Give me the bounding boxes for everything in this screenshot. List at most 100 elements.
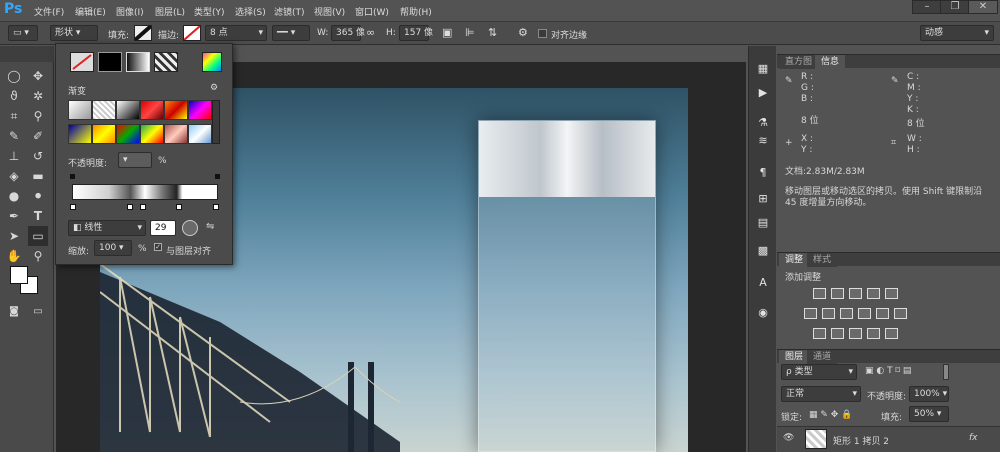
workspace-select[interactable]: 动感 ▾: [920, 25, 994, 41]
gradient-preset[interactable]: [140, 100, 164, 120]
tab-adjustments[interactable]: 调整: [779, 253, 810, 267]
layer-filter-select[interactable]: ρ 类型 ▾: [781, 364, 857, 380]
properties-icon[interactable]: ⊞: [753, 190, 773, 208]
shape-mode-select[interactable]: 形状 ▾: [50, 25, 98, 41]
move-tool-icon[interactable]: ✥: [28, 66, 48, 86]
path-operations-icon[interactable]: ▣: [442, 26, 452, 39]
scale-input[interactable]: 100 ▾: [94, 240, 132, 256]
quick-mask-icon[interactable]: ◙: [4, 302, 24, 322]
presets-scrollbar[interactable]: [212, 100, 220, 144]
opacity-stop-right[interactable]: [215, 174, 220, 179]
layer-row[interactable]: 👁 矩形 1 拷贝 2 fx: [777, 426, 1000, 452]
exposure-icon[interactable]: [867, 288, 880, 299]
healing-brush-icon[interactable]: ✎: [4, 126, 24, 146]
menu-image[interactable]: 图像(I): [116, 5, 144, 18]
fx-badge[interactable]: fx: [969, 433, 978, 443]
photo-filter-icon[interactable]: [858, 308, 871, 319]
lock-icons[interactable]: ▦ ✎ ✥ 🔒: [809, 410, 852, 420]
brush-tool-icon[interactable]: ✐: [28, 126, 48, 146]
tab-styles[interactable]: 样式: [807, 253, 838, 267]
menu-filter[interactable]: 滤镜(T): [274, 5, 305, 18]
filter-pixel-icon[interactable]: ▣ ◐ T ⌑ ▤: [865, 366, 911, 376]
magic-wand-icon[interactable]: ✲: [28, 86, 48, 106]
gradient-bar[interactable]: [72, 184, 218, 200]
paragraph-icon[interactable]: ¶: [753, 164, 773, 182]
gradient-tool-icon[interactable]: ▬: [28, 166, 48, 186]
menu-window[interactable]: 窗口(W): [355, 5, 389, 18]
character-icon[interactable]: A: [753, 274, 773, 292]
invert-icon[interactable]: [813, 328, 826, 339]
menu-help[interactable]: 帮助(H): [400, 5, 432, 18]
libraries-icon[interactable]: ◉: [753, 304, 773, 322]
tab-channels[interactable]: 通道: [807, 350, 838, 364]
clone-stamp-icon[interactable]: ⊥: [4, 146, 24, 166]
color-balance-icon[interactable]: [822, 308, 835, 319]
history-brush-icon[interactable]: ↺: [28, 146, 48, 166]
brightness-icon[interactable]: [813, 288, 826, 299]
brush-panel-icon[interactable]: ≋: [753, 132, 773, 150]
width-input[interactable]: 365 像: [331, 25, 365, 41]
opacity-input[interactable]: ▾: [118, 152, 152, 168]
align-edges-checkbox[interactable]: [538, 29, 547, 38]
lasso-tool-icon[interactable]: ϑ: [4, 86, 24, 106]
color-picker-icon[interactable]: [202, 52, 222, 72]
pattern-button[interactable]: [154, 52, 178, 72]
eraser-tool-icon[interactable]: ◈: [4, 166, 24, 186]
channel-mixer-icon[interactable]: [876, 308, 889, 319]
marquee-tool-icon[interactable]: ◯: [4, 66, 24, 86]
path-arrangement-icon[interactable]: ⇅: [488, 26, 497, 39]
color-lookup-icon[interactable]: [894, 308, 907, 319]
curves-icon[interactable]: [849, 288, 862, 299]
menu-layer[interactable]: 图层(L): [155, 5, 185, 18]
gradient-preset[interactable]: [116, 100, 140, 120]
levels-icon[interactable]: [831, 288, 844, 299]
solid-color-button[interactable]: [98, 52, 122, 72]
gradient-button[interactable]: [126, 52, 150, 72]
gear-icon[interactable]: ⚙: [518, 26, 528, 39]
opacity-stop-left[interactable]: [70, 174, 75, 179]
history-panel-icon[interactable]: ▦: [753, 60, 773, 78]
minimize-button[interactable]: –: [912, 0, 942, 14]
color-stop[interactable]: [140, 204, 146, 210]
dodge-tool-icon[interactable]: ⚫: [28, 186, 48, 206]
gradient-preset[interactable]: [164, 124, 188, 144]
actions-play-icon[interactable]: ▶: [753, 84, 773, 102]
path-selection-icon[interactable]: ➤: [4, 226, 24, 246]
close-button[interactable]: ✕: [968, 0, 998, 14]
threshold-icon[interactable]: [849, 328, 862, 339]
align-with-layer-checkbox[interactable]: ✓: [154, 243, 162, 251]
menu-view[interactable]: 视图(V): [314, 5, 345, 18]
gradient-preset[interactable]: [188, 100, 212, 120]
menu-file[interactable]: 文件(F): [34, 5, 64, 18]
layer-fill-input[interactable]: 50% ▾: [909, 406, 949, 422]
layer-name[interactable]: 矩形 1 拷贝 2: [833, 434, 889, 447]
popup-gear-icon[interactable]: ⚙: [210, 83, 218, 93]
gradient-style-select[interactable]: ◧ 线性 ▾: [68, 220, 146, 236]
gradient-angle-input[interactable]: 29: [150, 220, 176, 236]
gradient-preset[interactable]: [68, 124, 92, 144]
link-icon[interactable]: ∞: [366, 26, 375, 39]
tab-info[interactable]: 信息: [815, 55, 846, 69]
path-alignment-icon[interactable]: ⊫: [465, 26, 475, 39]
filter-toggle[interactable]: [943, 364, 949, 380]
swatches-icon[interactable]: ▩: [753, 242, 773, 260]
tool-preset-picker[interactable]: ▭ ▾: [8, 25, 38, 41]
menu-select[interactable]: 选择(S): [235, 5, 266, 18]
rectangle-tool-icon[interactable]: ▭: [28, 226, 48, 246]
blur-tool-icon[interactable]: ●: [4, 186, 24, 206]
crop-tool-icon[interactable]: ⌗: [4, 106, 24, 126]
gradient-preset[interactable]: [188, 124, 212, 144]
gradient-map-icon[interactable]: [867, 328, 880, 339]
pen-tool-icon[interactable]: ✒: [4, 206, 24, 226]
gradient-preset[interactable]: [68, 100, 92, 120]
glass-rectangle-layer[interactable]: [478, 120, 656, 452]
blend-mode-select[interactable]: 正常 ▾: [781, 386, 861, 402]
menu-type[interactable]: 类型(Y): [194, 5, 225, 18]
eyedropper-icon[interactable]: ⚲: [28, 106, 48, 126]
color-stop[interactable]: [127, 204, 133, 210]
hand-tool-icon[interactable]: ✋: [4, 246, 24, 266]
screen-mode-icon[interactable]: ▭: [28, 302, 48, 322]
color-stop[interactable]: [70, 204, 76, 210]
type-tool-icon[interactable]: T: [28, 206, 48, 226]
height-input[interactable]: 157 像: [399, 25, 433, 41]
